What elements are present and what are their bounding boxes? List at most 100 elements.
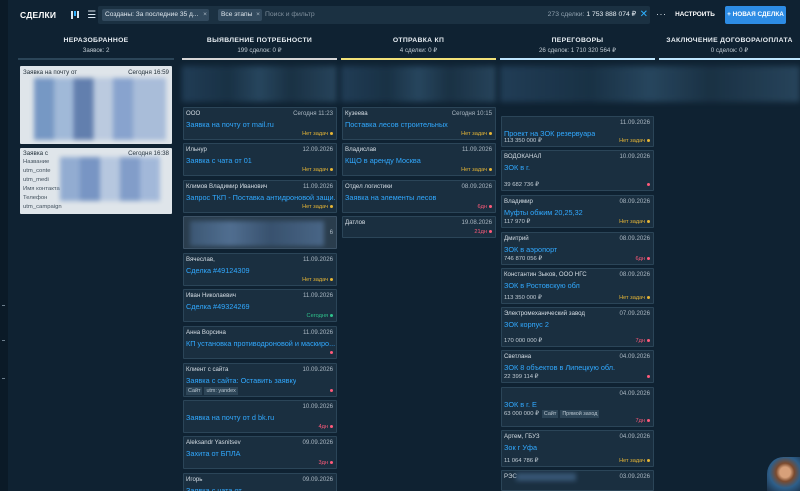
deal-card[interactable]: Кузеева Сегодня 10:15 Поставка лесов строи… xyxy=(342,107,496,140)
task-status[interactable]: Нет задач xyxy=(302,277,333,283)
tag-badge[interactable]: Сайт xyxy=(541,410,559,418)
deal-title-link[interactable]: ЗОК корпус 2 xyxy=(504,320,549,329)
deal-date: 09.09.2026 xyxy=(302,439,334,446)
tag-badge[interactable]: utm: yandex xyxy=(204,387,238,395)
deal-card[interactable]: 10.09.2026 Заявка на почту от d bk.ru 4дн xyxy=(183,400,337,433)
user-avatar[interactable] xyxy=(767,457,800,491)
deal-title-link[interactable]: Зок г Уфа xyxy=(504,443,537,452)
list-view-icon[interactable]: ☰ xyxy=(87,10,96,21)
deal-title-link[interactable]: Заявка с сайта: Оставить заявку xyxy=(186,376,296,385)
task-status[interactable]: Нет задач xyxy=(302,131,333,137)
deal-card[interactable]: Игорь 09.09.2026 Заявка с чата от xyxy=(183,473,337,491)
unsorted-card[interactable]: Заявка с Сегодня 16:38 Название utm_cont… xyxy=(20,148,172,214)
task-status[interactable] xyxy=(328,388,333,394)
task-status[interactable]: Нет задач xyxy=(619,458,650,464)
deal-title-link[interactable]: Запрос ТКП - Поставка антидроновой защи.… xyxy=(186,193,336,202)
deal-card[interactable]: 04.09.2026 ЗОК в г. Е 63 000 000 ₽ Сайт Прям… xyxy=(501,387,654,427)
deal-card[interactable]: Владислав 11.09.2026 КЩО в аренду Москва Не… xyxy=(342,143,496,176)
task-status[interactable]: Нет задач xyxy=(302,167,333,173)
deal-card[interactable]: Клиент с сайта 10.09.2026 Заявка с сайта: … xyxy=(183,363,337,397)
stage-header-proposal[interactable]: ОТПРАВКА КП 4 сделки: 0 ₽ xyxy=(341,36,496,60)
deal-card[interactable]: Вячеслав, 11.09.2026 Сделка #49124309 Нет з… xyxy=(183,253,337,286)
more-options-icon[interactable]: ··· xyxy=(656,9,667,19)
stage-summary: 26 сделок: 1 710 320 564 ₽ xyxy=(538,47,617,54)
deal-title-link[interactable]: Заявка на почту от d bk.ru xyxy=(186,413,274,422)
deal-card[interactable]: ВОДОКАНАЛ 10.09.2026 ЗОК в г. 39 682 736 ₽ xyxy=(501,150,654,191)
deal-card[interactable]: Иван Николаевич 11.09.2026 Сделка #4932426… xyxy=(183,289,337,322)
deal-title-link[interactable]: Заявка на элементы лесов xyxy=(345,193,436,202)
deal-card[interactable]: Константин Зыков, ООО НГС 08.09.2026 ЗОК в… xyxy=(501,268,654,304)
task-status[interactable]: 4дн xyxy=(319,424,333,430)
deal-title-link[interactable]: КЩО в аренду Москва xyxy=(345,156,421,165)
tag-badge[interactable]: Прямой заход xyxy=(560,410,600,418)
deal-card[interactable]: Владимир 08.09.2026 Муфты обжим 20,25,32 11… xyxy=(501,195,654,228)
task-status[interactable]: Нет задач xyxy=(619,138,650,144)
pipeline-view-icon[interactable] xyxy=(70,10,80,20)
task-status[interactable]: Нет задач xyxy=(619,295,650,301)
deal-card[interactable]: Анна Ворсина 11.09.2026 КП установка проти… xyxy=(183,326,337,359)
task-status[interactable] xyxy=(645,182,650,188)
new-deal-button[interactable]: + НОВАЯ СДЕЛКА xyxy=(725,6,786,24)
deal-title-link[interactable]: Муфты обжим 20,25,32 xyxy=(504,208,583,217)
filter-chip-created[interactable]: Созданы: За последние 35 д... × xyxy=(102,9,209,21)
deal-date: Сегодня 10:15 xyxy=(451,110,492,117)
deal-title-link[interactable]: Заявка с чата от 01 xyxy=(186,156,252,165)
close-icon[interactable]: × xyxy=(256,9,260,21)
deal-card[interactable]: Датлов 19.08.2026 21дн xyxy=(342,216,496,238)
deal-title-link[interactable]: ЗОК в г. Е xyxy=(504,400,537,409)
deal-card[interactable]: Артем, ГБУЗ 04.09.2026 Зок г Уфа 11 064 786… xyxy=(501,430,654,467)
task-status[interactable]: Нет задач xyxy=(461,131,492,137)
task-status[interactable]: 7дн xyxy=(636,338,650,344)
tag-badge[interactable]: Сайт xyxy=(186,387,203,395)
deal-title-link[interactable]: ЗОК в Ростовскую обл xyxy=(504,281,580,290)
deal-title-link[interactable]: ЗОК в аэропорт xyxy=(504,245,557,254)
unsorted-card[interactable]: Заявка на почту от Сегодня 16:59 xyxy=(20,66,172,144)
deal-card[interactable]: Aleksandr Yasnitsev 09.09.2026 Захита от Б… xyxy=(183,436,337,469)
deal-card[interactable]: ООО Сегодня 11:23 Заявка на почту от mail.… xyxy=(183,107,337,140)
task-status[interactable]: 3дн xyxy=(319,460,333,466)
task-status[interactable]: Сегодня xyxy=(307,313,333,319)
deal-title-link[interactable]: Заявка на почту от mail.ru xyxy=(186,120,274,129)
deal-card[interactable]: Ильнур 12.09.2026 Заявка с чата от 01 Нет з… xyxy=(183,143,337,176)
deal-card[interactable]: Отдел логистики 08.09.2026 Заявка на элеме… xyxy=(342,180,496,213)
status-dot xyxy=(330,461,333,465)
task-status[interactable]: Нет задач xyxy=(461,167,492,173)
deal-tags: 63 000 000 ₽ Сайт Прямой заход xyxy=(504,410,601,418)
deal-contact: Aleksandr Yasnitsev xyxy=(186,439,241,446)
deal-card[interactable]: Светлана 04.09.2026 ЗОК 8 объектов в Липец… xyxy=(501,350,654,383)
task-status[interactable]: Нет задач xyxy=(619,219,650,225)
deal-card[interactable]: Дмитрий 08.09.2026 ЗОК в аэропорт 746 870 0… xyxy=(501,232,654,265)
deal-title-link[interactable]: Сделка #49324269 xyxy=(186,302,250,311)
deal-card[interactable]: РЭС 03.09.2026 xyxy=(501,470,654,491)
stage-header-negotiation[interactable]: ПЕРЕГОВОРЫ 26 сделок: 1 710 320 564 ₽ xyxy=(500,36,655,60)
deal-title-link[interactable]: КП установка противодроновой и маскиро..… xyxy=(186,339,335,348)
deal-title-link[interactable]: Захита от БПЛА xyxy=(186,449,241,458)
deal-title-link[interactable]: Поставка лесов строительных xyxy=(345,120,448,129)
search-filter-bar[interactable]: Созданы: За последние 35 д... × Все этапы… xyxy=(98,6,650,24)
stage-header-unsorted[interactable]: НЕРАЗОБРАННОЕ Заявок: 2 xyxy=(18,36,174,60)
search-input[interactable]: Поиск и фильтр xyxy=(265,9,315,21)
task-status[interactable]: 6дн xyxy=(636,256,650,262)
deal-card[interactable]: Климов Владимир Иванович 11.09.2026 Запрос… xyxy=(183,180,337,213)
deal-card[interactable]: 11.09.2026 Проект на ЗОК резервуара 113 35… xyxy=(501,116,654,147)
task-status[interactable]: 7дн xyxy=(636,418,650,424)
deal-title-link[interactable]: ЗОК в г. xyxy=(504,163,530,172)
deal-card[interactable]: Электромеханический завод 07.09.2026 ЗОК к… xyxy=(501,307,654,347)
clear-filter-icon[interactable]: ✕ xyxy=(640,8,648,22)
task-status[interactable]: Нет задач xyxy=(302,204,333,210)
deal-title-link[interactable]: Заявка с чата от xyxy=(186,486,242,491)
setup-button[interactable]: НАСТРОИТЬ xyxy=(671,6,719,24)
task-status[interactable]: 21дн xyxy=(474,229,492,235)
stage-header-needs[interactable]: ВЫЯВЛЕНИЕ ПОТРЕБНОСТИ 199 сделок: 0 ₽ xyxy=(182,36,337,60)
task-status[interactable] xyxy=(328,350,333,356)
stage-header-contract[interactable]: ЗАКЛЮЧЕНИЕ ДОГОВОРА/ОПЛАТА 0 сделок: 0 ₽ xyxy=(659,36,800,60)
deal-title-link[interactable]: ЗОК 8 объектов в Липецкую обл. xyxy=(504,363,615,372)
unsorted-field: Телефон xyxy=(23,195,48,201)
task-status[interactable] xyxy=(645,374,650,380)
deal-title-link[interactable]: Сделка #49124309 xyxy=(186,266,250,275)
deal-title-link[interactable]: Проект на ЗОК резервуара xyxy=(504,129,595,138)
filter-chip-stages[interactable]: Все этапы × xyxy=(218,9,262,21)
task-status[interactable]: 6дн xyxy=(478,204,492,210)
close-icon[interactable]: × xyxy=(203,9,207,21)
deal-card[interactable]: 6 xyxy=(183,216,337,249)
